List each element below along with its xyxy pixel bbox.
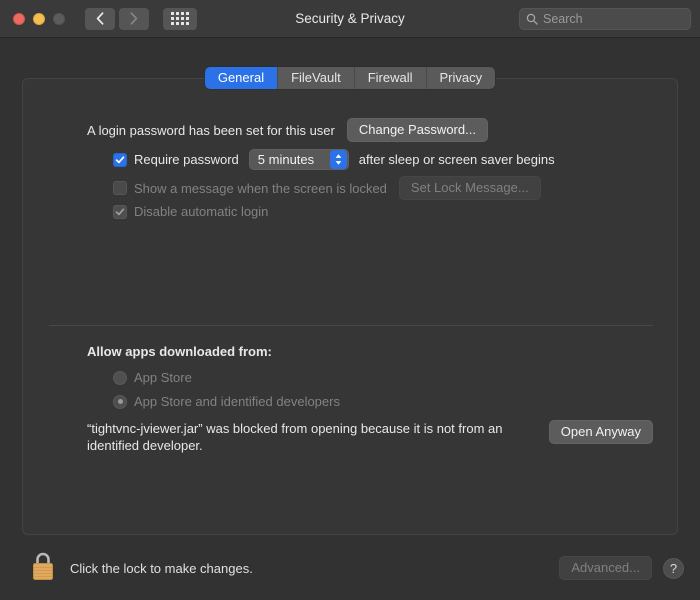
- section-divider: [49, 325, 653, 326]
- disable-auto-login-label: Disable automatic login: [134, 204, 269, 219]
- identified-developers-radio: [113, 394, 127, 409]
- window-titlebar: Security & Privacy Search: [0, 0, 700, 38]
- change-password-button[interactable]: Change Password...: [346, 118, 488, 142]
- gatekeeper-heading-row: Allow apps downloaded from:: [87, 344, 272, 359]
- advanced-button: Advanced...: [559, 556, 652, 580]
- traffic-lights: [13, 12, 65, 25]
- password-delay-popup[interactable]: 5 minutes: [248, 149, 349, 170]
- require-password-row: Require password 5 minutes after sleep o…: [113, 149, 555, 170]
- require-password-label: Require password: [134, 152, 239, 167]
- login-password-text: A login password has been set for this u…: [87, 122, 335, 138]
- require-password-checkbox[interactable]: [113, 152, 127, 167]
- close-button[interactable]: [13, 12, 25, 25]
- lock-caption: Click the lock to make changes.: [70, 561, 253, 576]
- disable-auto-login-row: Disable automatic login: [113, 204, 268, 219]
- help-button[interactable]: ?: [663, 557, 684, 579]
- app-store-radio: [113, 370, 127, 385]
- gatekeeper-option-identified-developers: App Store and identified developers: [113, 394, 340, 409]
- blocked-app-message: “tightvnc-jviewer.jar” was blocked from …: [87, 421, 503, 453]
- require-password-suffix: after sleep or screen saver begins: [358, 152, 555, 167]
- login-password-row: A login password has been set for this u…: [87, 118, 488, 142]
- search-input[interactable]: Search: [519, 8, 691, 30]
- tab-general[interactable]: General: [204, 67, 279, 89]
- security-privacy-window: Security & Privacy Search General FileVa…: [0, 0, 700, 600]
- forward-button: [119, 7, 149, 30]
- closed-padlock-icon[interactable]: [30, 550, 56, 587]
- set-lock-message-button: Set Lock Message...: [398, 176, 541, 200]
- chevron-updown-icon: [329, 150, 347, 169]
- tab-bar: General FileVault Firewall Privacy: [0, 67, 700, 89]
- open-anyway-button[interactable]: Open Anyway: [548, 420, 653, 444]
- chevron-right-icon: [130, 12, 138, 25]
- tab-privacy[interactable]: Privacy: [426, 67, 496, 89]
- show-lock-message-label: Show a message when the screen is locked: [134, 180, 387, 196]
- identified-developers-label: App Store and identified developers: [134, 394, 340, 409]
- show-all-grid-icon: [171, 12, 189, 25]
- checkmark-icon: [115, 155, 125, 163]
- disable-auto-login-checkbox: [113, 204, 127, 219]
- minimize-button[interactable]: [33, 12, 45, 25]
- navigation-buttons: [85, 7, 149, 30]
- gatekeeper-heading: Allow apps downloaded from:: [87, 344, 272, 359]
- gatekeeper-option-app-store: App Store: [113, 370, 192, 385]
- show-all-button[interactable]: [163, 7, 197, 30]
- general-tab-panel: A login password has been set for this u…: [22, 78, 678, 535]
- footer-actions: Advanced... ?: [559, 556, 684, 580]
- search-icon: [526, 13, 538, 25]
- search-placeholder: Search: [543, 12, 583, 26]
- chevron-left-icon: [96, 12, 104, 25]
- back-button[interactable]: [85, 7, 115, 30]
- lock-row: Click the lock to make changes.: [30, 550, 253, 587]
- app-store-label: App Store: [134, 370, 192, 385]
- tab-firewall[interactable]: Firewall: [354, 67, 427, 89]
- show-lock-message-row: Show a message when the screen is locked…: [113, 176, 541, 200]
- tab-filevault[interactable]: FileVault: [278, 67, 355, 89]
- checkmark-icon: [115, 207, 125, 215]
- password-delay-value: 5 minutes: [257, 152, 315, 167]
- show-lock-message-checkbox: [113, 181, 127, 195]
- zoom-button: [53, 12, 65, 25]
